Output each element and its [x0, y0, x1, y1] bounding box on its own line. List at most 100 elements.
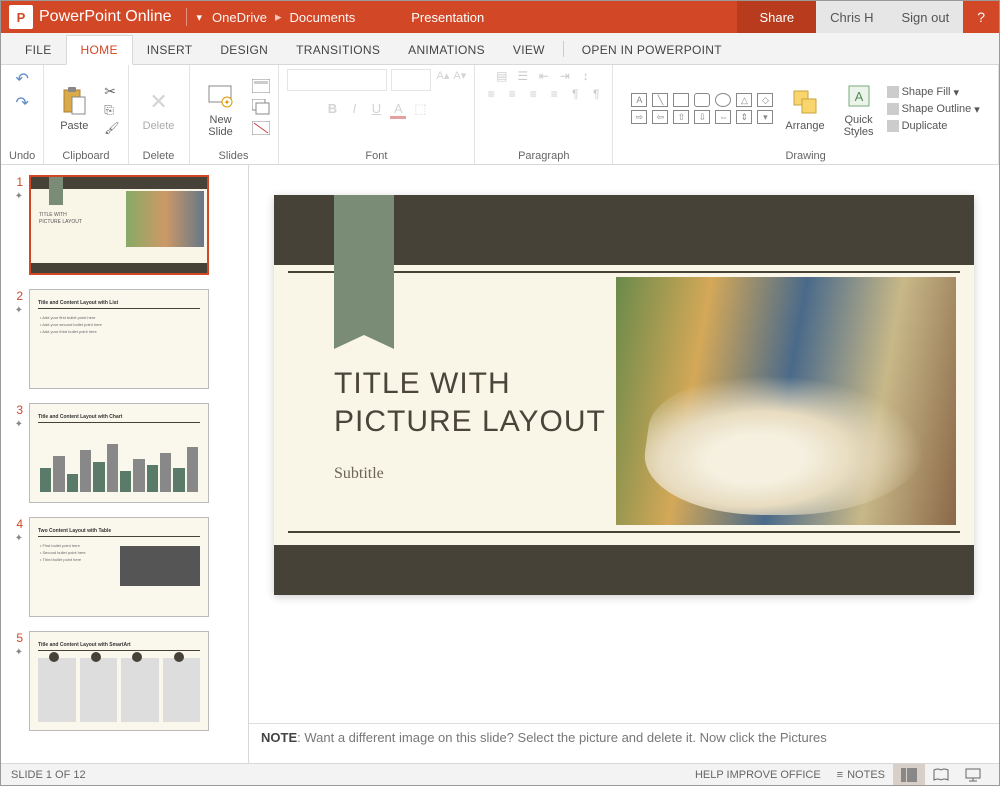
- format-painter-button[interactable]: 🖌: [104, 121, 119, 135]
- italic-button[interactable]: I: [346, 101, 362, 119]
- slide-thumbnail-2[interactable]: Title and Content Layout with List • Add…: [29, 289, 209, 389]
- svg-text:A: A: [854, 89, 863, 104]
- justify-button[interactable]: ≡: [546, 87, 562, 101]
- undo-button[interactable]: ↶: [15, 69, 28, 89]
- new-slide-button[interactable]: ✦ New Slide: [198, 78, 244, 140]
- shape-textbox-icon[interactable]: A: [631, 93, 647, 107]
- shape-arrow-u-icon[interactable]: ⇧: [673, 110, 689, 124]
- group-label: Font: [365, 148, 387, 162]
- reading-view-button[interactable]: [925, 764, 957, 785]
- shape-triangle-icon[interactable]: △: [736, 93, 752, 107]
- shape-diamond-icon[interactable]: ◇: [757, 93, 773, 107]
- notes-label: NOTE: [261, 730, 297, 745]
- group-paragraph: ▤ ☰ ⇤ ⇥ ↕ ≡ ≡ ≡ ≡ ¶ ¶ Paragraph: [475, 65, 613, 164]
- breadcrumb-folder[interactable]: Documents: [284, 10, 362, 25]
- slide-thumbnail-4[interactable]: Two Content Layout with Table • First bu…: [29, 517, 209, 617]
- shape-outline-button[interactable]: Shape Outline ▾: [887, 102, 980, 117]
- sign-out-button[interactable]: Sign out: [888, 1, 964, 33]
- shapes-gallery[interactable]: A ╲ △ ◇ ⇨ ⇦ ⇧ ⇩ ⇔ ⇕ ▾: [631, 93, 775, 124]
- slideshow-view-button[interactable]: [957, 764, 989, 785]
- duplicate-button[interactable]: Duplicate: [887, 119, 948, 133]
- copy-button[interactable]: ⎘: [104, 103, 119, 118]
- tab-transitions[interactable]: TRANSITIONS: [282, 36, 394, 64]
- group-label: Slides: [219, 148, 249, 162]
- ribbon-shape-icon[interactable]: [334, 195, 394, 335]
- shrink-font-button[interactable]: A▾: [453, 69, 466, 91]
- animation-indicator-icon: ✦: [7, 533, 23, 544]
- shape-rect-icon[interactable]: [673, 93, 689, 107]
- delete-button[interactable]: ✕ Delete: [137, 84, 181, 134]
- help-icon[interactable]: ?: [963, 9, 999, 25]
- ltr-button[interactable]: ¶: [588, 87, 604, 101]
- text-direction-button[interactable]: ↕: [578, 69, 594, 83]
- slide-subtitle-placeholder[interactable]: Subtitle: [334, 465, 384, 483]
- duplicate-slide-button[interactable]: [252, 99, 270, 118]
- animation-indicator-icon: ✦: [7, 419, 23, 430]
- font-color-button[interactable]: A: [390, 101, 406, 119]
- shapes-more-icon[interactable]: ▾: [757, 110, 773, 124]
- redo-button[interactable]: ↷: [15, 93, 28, 113]
- highlight-button[interactable]: ⬚: [412, 101, 428, 119]
- normal-view-button[interactable]: [893, 764, 925, 785]
- tab-view[interactable]: VIEW: [499, 36, 559, 64]
- shape-arrow-r-icon[interactable]: ⇨: [631, 110, 647, 124]
- align-center-button[interactable]: ≡: [504, 87, 520, 101]
- slide-editor[interactable]: TITLE WITHPICTURE LAYOUT Subtitle: [249, 165, 999, 723]
- chevron-right-icon: ▸: [273, 9, 284, 25]
- app-name: PowerPoint Online: [39, 8, 180, 26]
- font-size-select[interactable]: [391, 69, 431, 91]
- decrease-indent-button[interactable]: ⇤: [536, 69, 552, 83]
- quick-styles-button[interactable]: A Quick Styles: [835, 78, 883, 140]
- tab-home[interactable]: HOME: [66, 35, 133, 65]
- share-button[interactable]: Share: [737, 1, 816, 33]
- shape-fill-button[interactable]: Shape Fill ▾: [887, 85, 959, 100]
- shape-arrow-d-icon[interactable]: ⇩: [694, 110, 710, 124]
- paste-button[interactable]: Paste: [52, 84, 96, 134]
- tab-animations[interactable]: ANIMATIONS: [394, 36, 499, 64]
- slide-title-placeholder[interactable]: TITLE WITHPICTURE LAYOUT: [334, 365, 606, 440]
- shape-line-icon[interactable]: ╲: [652, 93, 668, 107]
- slide-counter[interactable]: SLIDE 1 OF 12: [11, 769, 86, 781]
- app-menu-chevron-icon[interactable]: ▾: [193, 11, 207, 24]
- thumb-number: 1✦: [7, 175, 23, 202]
- font-family-select[interactable]: [287, 69, 387, 91]
- increase-indent-button[interactable]: ⇥: [557, 69, 573, 83]
- layout-button[interactable]: [252, 79, 270, 96]
- notes-pane[interactable]: NOTE: Want a different image on this sli…: [249, 723, 999, 763]
- notes-toggle-button[interactable]: ≡NOTES: [829, 764, 893, 785]
- align-right-button[interactable]: ≡: [525, 87, 541, 101]
- animation-indicator-icon: ✦: [7, 647, 23, 658]
- numbering-button[interactable]: ☰: [515, 69, 531, 83]
- hide-slide-button[interactable]: [252, 121, 270, 138]
- arrange-button[interactable]: Arrange: [779, 84, 830, 134]
- bold-button[interactable]: B: [324, 101, 340, 119]
- rtl-button[interactable]: ¶: [567, 87, 583, 101]
- group-drawing: A ╲ △ ◇ ⇨ ⇦ ⇧ ⇩ ⇔ ⇕ ▾ Arrange A: [613, 65, 999, 164]
- tab-design[interactable]: DESIGN: [206, 36, 282, 64]
- slide-thumbnail-3[interactable]: Title and Content Layout with Chart: [29, 403, 209, 503]
- shape-arrow-ud-icon[interactable]: ⇕: [736, 110, 752, 124]
- ribbon: ↶ ↷ Undo Paste ✂ ⎘ 🖌 Clipboard ✕ Delete …: [1, 65, 999, 165]
- thumb-number: 4✦: [7, 517, 23, 544]
- tab-open-in-powerpoint[interactable]: OPEN IN POWERPOINT: [568, 36, 736, 64]
- user-name[interactable]: Chris H: [816, 1, 887, 33]
- help-improve-link[interactable]: HELP IMPROVE OFFICE: [687, 764, 829, 785]
- slide-picture[interactable]: [616, 277, 956, 525]
- shape-roundrect-icon[interactable]: [694, 93, 710, 107]
- slide-thumbnail-5[interactable]: Title and Content Layout with SmartArt: [29, 631, 209, 731]
- document-title[interactable]: Presentation: [361, 10, 484, 25]
- shape-arrow-lr-icon[interactable]: ⇔: [715, 110, 731, 124]
- align-left-button[interactable]: ≡: [483, 87, 499, 101]
- shape-oval-icon[interactable]: [715, 93, 731, 107]
- current-slide[interactable]: TITLE WITHPICTURE LAYOUT Subtitle: [274, 195, 974, 595]
- slide-thumbnail-panel[interactable]: 1✦ TITLE WITHPICTURE LAYOUT 2✦ Title and…: [1, 165, 249, 763]
- breadcrumb-root[interactable]: OneDrive: [206, 10, 273, 25]
- slide-thumbnail-1[interactable]: TITLE WITHPICTURE LAYOUT: [29, 175, 209, 275]
- cut-button[interactable]: ✂: [104, 83, 119, 100]
- bullets-button[interactable]: ▤: [494, 69, 510, 83]
- grow-font-button[interactable]: A▴: [437, 69, 450, 91]
- shape-arrow-l-icon[interactable]: ⇦: [652, 110, 668, 124]
- tab-insert[interactable]: INSERT: [133, 36, 207, 64]
- tab-file[interactable]: FILE: [11, 36, 66, 64]
- underline-button[interactable]: U: [368, 101, 384, 119]
